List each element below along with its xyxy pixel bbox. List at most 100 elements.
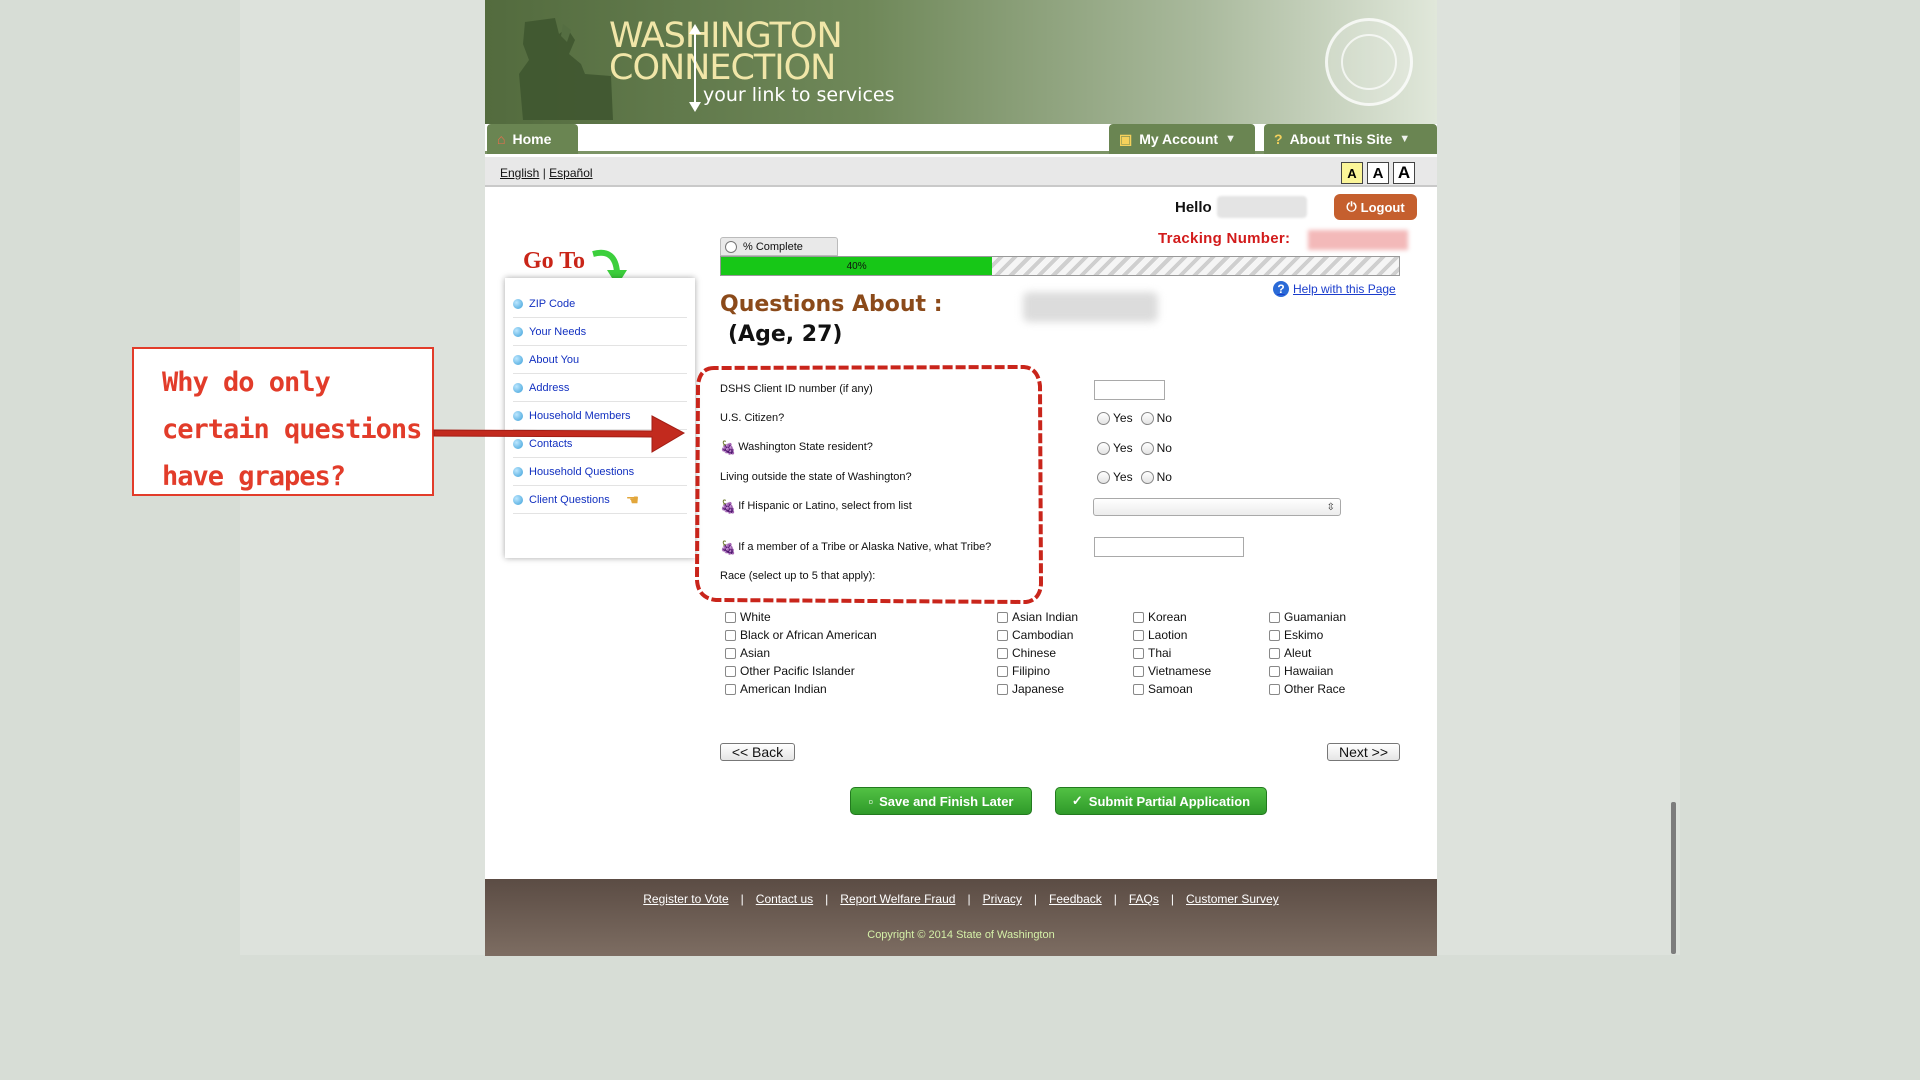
race-checkbox[interactable]: [725, 665, 736, 677]
race-checkbox[interactable]: [1133, 629, 1144, 641]
race-checkbox[interactable]: [997, 629, 1008, 641]
chevron-down-icon: ▼: [1225, 133, 1236, 145]
english-link[interactable]: English: [500, 166, 539, 180]
sidebar-item-about-you[interactable]: About You: [513, 346, 687, 374]
page-container: WASHINGTON CONNECTION your link to servi…: [485, 0, 1437, 956]
footer-link-feedback[interactable]: Feedback: [1049, 892, 1102, 906]
tracking-number-label: Tracking Number:: [1158, 230, 1291, 247]
nav-about-button[interactable]: ? About This Site ▼: [1264, 124, 1437, 154]
race-checkbox[interactable]: [1133, 683, 1144, 695]
race-label: Race (select up to 5 that apply):: [720, 570, 875, 582]
sidebar-item-address[interactable]: Address: [513, 374, 687, 402]
race-checkbox[interactable]: [1269, 683, 1280, 695]
race-option[interactable]: Asian: [725, 644, 877, 662]
race-option[interactable]: Filipino: [997, 662, 1078, 680]
nav-my-account-button[interactable]: ▣ My Account ▼: [1109, 124, 1255, 154]
footer-link-report-fraud[interactable]: Report Welfare Fraud: [840, 892, 955, 906]
race-text: Race (select up to 5 that apply):: [720, 570, 876, 582]
race-option[interactable]: Vietnamese: [1133, 662, 1211, 680]
hispanic-select[interactable]: ⇳: [1093, 498, 1341, 516]
race-option[interactable]: Cambodian: [997, 626, 1078, 644]
race-option[interactable]: Korean: [1133, 608, 1211, 626]
footer-link-customer-survey[interactable]: Customer Survey: [1186, 892, 1279, 906]
tribe-input[interactable]: [1094, 537, 1244, 557]
race-option[interactable]: Other Race: [1269, 680, 1346, 698]
race-option[interactable]: Eskimo: [1269, 626, 1346, 644]
race-option[interactable]: Hawaiian: [1269, 662, 1346, 680]
race-option[interactable]: Black or African American: [725, 626, 877, 644]
race-checkbox[interactable]: [1269, 647, 1280, 659]
race-option[interactable]: Chinese: [997, 644, 1078, 662]
race-option[interactable]: Thai: [1133, 644, 1211, 662]
sidebar-item-client-questions[interactable]: Client Questions ☚: [513, 486, 687, 514]
race-option[interactable]: Laotion: [1133, 626, 1211, 644]
race-checkbox[interactable]: [1269, 629, 1280, 641]
save-finish-later-button[interactable]: ▫ Save and Finish Later: [850, 787, 1032, 815]
race-checkbox[interactable]: [725, 629, 736, 641]
race-checkbox[interactable]: [725, 683, 736, 695]
us-citizen-no-radio[interactable]: [1140, 411, 1154, 425]
wa-resident-yes-radio[interactable]: [1097, 441, 1110, 455]
race-option[interactable]: Asian Indian: [997, 608, 1078, 626]
back-button[interactable]: << Back: [720, 743, 795, 761]
yes-label: Yes: [1113, 411, 1133, 425]
nav-home-button[interactable]: ⌂ Home: [487, 124, 578, 154]
race-option-label: Laotion: [1148, 628, 1188, 642]
race-checkbox[interactable]: [1269, 665, 1280, 677]
annotation-line: have grapes?: [162, 461, 346, 492]
nav-home-label: Home: [512, 131, 552, 147]
annotation-text: Why do only certain questions have grape…: [162, 359, 422, 500]
race-checkbox[interactable]: [1133, 647, 1144, 659]
race-checkbox[interactable]: [1133, 611, 1144, 623]
next-button[interactable]: Next >>: [1327, 743, 1400, 761]
race-option[interactable]: American Indian: [725, 680, 877, 698]
sidebar-item-household-members[interactable]: Household Members: [513, 402, 687, 430]
race-option[interactable]: Guamanian: [1269, 608, 1346, 626]
footer-link-contact[interactable]: Contact us: [756, 892, 813, 906]
submit-partial-button[interactable]: ✓ Submit Partial Application: [1055, 787, 1267, 815]
race-option-label: Eskimo: [1284, 628, 1324, 642]
sidebar-item-household-questions[interactable]: Household Questions: [513, 458, 687, 486]
scrollbar-thumb[interactable]: [1671, 802, 1676, 954]
race-checkbox[interactable]: [997, 611, 1008, 623]
grapes-icon: 🍇: [720, 540, 737, 555]
us-citizen-yes-radio[interactable]: [1097, 411, 1110, 425]
race-checkbox[interactable]: [997, 665, 1008, 677]
race-option-label: Thai: [1148, 646, 1172, 660]
race-checkbox[interactable]: [1133, 665, 1144, 677]
race-checkbox[interactable]: [725, 647, 736, 659]
outside-wa-no-radio[interactable]: [1140, 470, 1154, 484]
race-checkbox[interactable]: [997, 647, 1008, 659]
questions-title: Questions About :: [720, 292, 943, 317]
sidebar-item-contacts[interactable]: Contacts: [513, 430, 687, 458]
race-option[interactable]: Samoan: [1133, 680, 1211, 698]
select-arrows-icon: ⇳: [1326, 501, 1335, 513]
help-page-link[interactable]: ? Help with this Page: [1273, 281, 1396, 297]
race-option-label: Cambodian: [1012, 628, 1074, 642]
power-icon: ⏻: [1346, 199, 1357, 214]
race-option[interactable]: White: [725, 608, 877, 626]
wa-resident-no-radio[interactable]: [1140, 441, 1154, 455]
race-checkbox[interactable]: [1269, 611, 1280, 623]
client-id-label: DSHS Client ID number (if any): [720, 383, 873, 395]
font-size-small-button[interactable]: A: [1341, 162, 1363, 184]
language-separator: |: [542, 166, 546, 180]
outside-wa-yes-radio[interactable]: [1097, 470, 1110, 484]
footer-link-register-vote[interactable]: Register to Vote: [643, 892, 728, 906]
font-size-medium-button[interactable]: A: [1367, 162, 1389, 184]
client-id-input[interactable]: [1094, 380, 1165, 400]
redacted-person-name: [1023, 292, 1158, 322]
race-checkbox[interactable]: [725, 611, 736, 623]
footer-link-faqs[interactable]: FAQs: [1129, 892, 1159, 906]
race-option[interactable]: Aleut: [1269, 644, 1346, 662]
footer-link-privacy[interactable]: Privacy: [983, 892, 1022, 906]
logout-button[interactable]: ⏻ Logout: [1334, 194, 1417, 220]
spanish-link[interactable]: Español: [549, 166, 592, 180]
font-size-large-button[interactable]: A: [1393, 162, 1415, 184]
sidebar-item-zip-code[interactable]: ZIP Code: [513, 290, 687, 318]
race-checkbox[interactable]: [997, 683, 1008, 695]
race-option[interactable]: Japanese: [997, 680, 1078, 698]
race-option[interactable]: Other Pacific Islander: [725, 662, 877, 680]
no-label: No: [1156, 441, 1172, 455]
sidebar-item-your-needs[interactable]: Your Needs: [513, 318, 687, 346]
